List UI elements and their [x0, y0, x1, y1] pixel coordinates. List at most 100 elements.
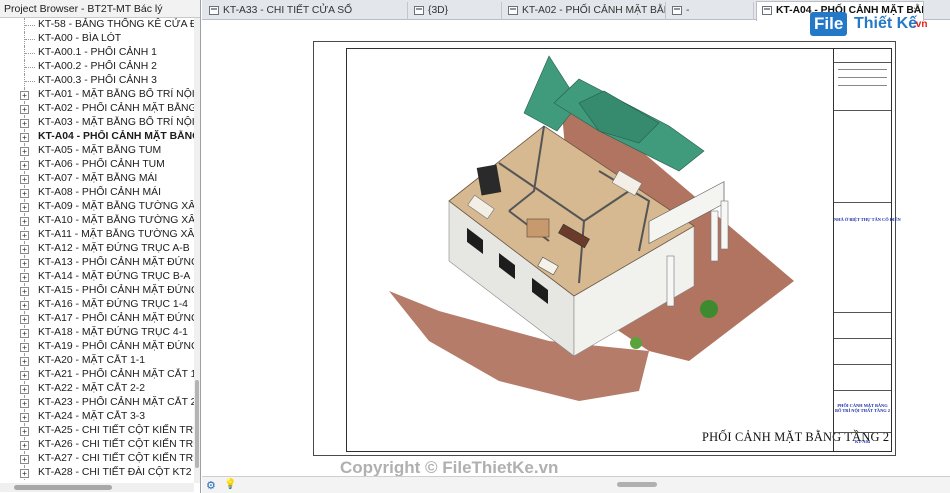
expander-plus-icon[interactable]: +: [20, 105, 29, 114]
tab-label: KT-A33 - CHI TIẾT CỬA SỔ: [223, 5, 353, 16]
browser-sheet-item[interactable]: + KT-A04 - PHỐI CẢNH MẶT BẰNG: [0, 130, 194, 144]
browser-sheet-item[interactable]: KT-A00.2 - PHỐI CẢNH 2: [0, 60, 194, 74]
browser-sheet-item[interactable]: + KT-A21 - PHỐI CẢNH MẶT CẮT 1-1: [0, 368, 194, 382]
browser-sheet-label: KT-A22 - MẶT CẮT 2-2: [38, 383, 146, 394]
browser-sheet-item[interactable]: + KT-A03 - MẶT BẰNG BỐ TRÍ NỘI TH: [0, 116, 194, 130]
browser-sheet-item[interactable]: + KT-A23 - PHỐI CẢNH MẶT CẮT 2-2: [0, 396, 194, 410]
browser-sheet-label: KT-A07 - MẶT BẰNG MÁI: [38, 173, 158, 184]
expander-plus-icon[interactable]: +: [20, 259, 29, 268]
expander-plus-icon[interactable]: +: [20, 343, 29, 352]
browser-sheet-item[interactable]: + KT-A01 - MẶT BẰNG BỐ TRÍ NỘI TH: [0, 88, 194, 102]
browser-sheet-item[interactable]: + KT-A19 - PHỐI CẢNH MẶT ĐỨNG T: [0, 340, 194, 354]
browser-sheet-label: KT-A13 - PHỐI CẢNH MẶT ĐỨNG T: [38, 257, 194, 268]
tree-guide-line: [25, 39, 35, 40]
browser-sheet-label: KT-A05 - MẶT BẰNG TUM: [38, 145, 162, 156]
browser-sheet-label: KT-A03 - MẶT BẰNG BỐ TRÍ NỘI TH: [38, 117, 194, 128]
tab-label: {3D}: [428, 5, 449, 16]
browser-sheet-item[interactable]: + KT-A11 - MẶT BẰNG TƯỜNG XÂY T: [0, 228, 194, 242]
browser-sheet-item[interactable]: + KT-A02 - PHỐI CẢNH MẶT BẰNG B: [0, 102, 194, 116]
browser-sheet-label: KT-A25 - CHI TIẾT CỘT KIẾN TRÚC K: [38, 425, 194, 436]
browser-sheet-label: KT-A02 - PHỐI CẢNH MẶT BẰNG B: [38, 103, 194, 114]
expander-plus-icon[interactable]: +: [20, 189, 29, 198]
browser-sheet-item[interactable]: + KT-A09 - MẶT BẰNG TƯỜNG XÂY T: [0, 200, 194, 214]
browser-sheet-label: KT-A00 - BÌA LÓT: [38, 33, 122, 44]
sheet-tab-icon: [508, 6, 518, 15]
expander-plus-icon[interactable]: +: [20, 441, 29, 450]
expander-plus-icon[interactable]: +: [20, 455, 29, 464]
browser-sheet-label: KT-A21 - PHỐI CẢNH MẶT CẮT 1-1: [38, 369, 194, 380]
browser-sheet-item[interactable]: + KT-A20 - MẶT CẮT 1-1: [0, 354, 194, 368]
sheet-tab-icon: [762, 6, 772, 15]
canvas-horizontal-scroll-thumb[interactable]: [617, 482, 657, 487]
tab-kt-a02[interactable]: KT-A02 - PHỐI CẢNH MẶT BẰNG B...: [503, 2, 666, 20]
browser-sheet-item[interactable]: + KT-A07 - MẶT BẰNG MÁI: [0, 172, 194, 186]
tab-3d[interactable]: {3D}: [409, 2, 502, 20]
browser-horizontal-scroll-thumb[interactable]: [14, 485, 112, 490]
browser-sheet-item[interactable]: + KT-A10 - MẶT BẰNG TƯỜNG XÂY T: [0, 214, 194, 228]
expander-plus-icon[interactable]: +: [20, 413, 29, 422]
browser-vertical-scroll-thumb[interactable]: [195, 380, 199, 468]
expander-plus-icon[interactable]: +: [20, 301, 29, 310]
browser-sheet-label: KT-A27 - CHI TIẾT CỘT KIẾN TRÚC K: [38, 453, 194, 464]
expander-plus-icon[interactable]: +: [20, 147, 29, 156]
expander-plus-icon[interactable]: +: [20, 329, 29, 338]
browser-sheet-item[interactable]: + KT-A05 - MẶT BẰNG TUM: [0, 144, 194, 158]
browser-sheet-item[interactable]: + KT-A27 - CHI TIẾT CỘT KIẾN TRÚC K: [0, 452, 194, 466]
browser-sheet-item[interactable]: + KT-A16 - MẶT ĐỨNG TRỤC 1-4: [0, 298, 194, 312]
browser-sheet-item[interactable]: + KT-A24 - MẶT CẮT 3-3: [0, 410, 194, 424]
expander-plus-icon[interactable]: +: [20, 133, 29, 142]
expander-plus-icon[interactable]: +: [20, 119, 29, 128]
expander-plus-icon[interactable]: +: [20, 91, 29, 100]
tb-owner-cell: [834, 111, 891, 203]
expander-plus-icon[interactable]: +: [20, 217, 29, 226]
browser-sheet-item[interactable]: KT-58 - BẢNG THỐNG KÊ CỬA ĐI -: [0, 18, 194, 32]
tab-label: -: [686, 5, 690, 16]
browser-sheet-label: KT-A06 - PHỐI CẢNH TUM: [38, 159, 165, 170]
tab-kt-a33[interactable]: KT-A33 - CHI TIẾT CỬA SỔ: [204, 2, 408, 20]
browser-sheet-item[interactable]: KT-A00.1 - PHỐI CẢNH 1: [0, 46, 194, 60]
tree-guide-line: [25, 67, 35, 68]
browser-sheet-item[interactable]: KT-A00 - BÌA LÓT: [0, 32, 194, 46]
expander-plus-icon[interactable]: +: [20, 469, 29, 478]
browser-sheet-item[interactable]: + KT-A13 - PHỐI CẢNH MẶT ĐỨNG T: [0, 256, 194, 270]
browser-sheet-item[interactable]: + KT-A06 - PHỐI CẢNH TUM: [0, 158, 194, 172]
expander-plus-icon[interactable]: +: [20, 287, 29, 296]
drawing-canvas[interactable]: PHỐI CẢNH MẶT BẰNG TẦNG 2 NHÀ Ở BIỆT THỰ…: [202, 21, 950, 476]
expander-plus-icon[interactable]: +: [20, 245, 29, 254]
browser-sheet-item[interactable]: KT-A00.3 - PHỐI CẢNH 3: [0, 74, 194, 88]
browser-horizontal-scrollbar[interactable]: [0, 483, 194, 492]
3d-view-tab-icon: [414, 6, 424, 15]
browser-sheet-label: KT-58 - BẢNG THỐNG KÊ CỬA ĐI -: [38, 19, 194, 30]
browser-sheet-item[interactable]: + KT-A08 - PHỐI CẢNH MÁI: [0, 186, 194, 200]
expander-plus-icon[interactable]: +: [20, 161, 29, 170]
tb-signature-cell: [834, 339, 891, 365]
browser-sheet-item[interactable]: + KT-A25 - CHI TIẾT CỘT KIẾN TRÚC K: [0, 424, 194, 438]
browser-sheet-item[interactable]: + KT-A26 - CHI TIẾT CỘT KIẾN TRÚC K: [0, 438, 194, 452]
expander-plus-icon[interactable]: +: [20, 399, 29, 408]
browser-sheet-item[interactable]: + KT-A18 - MẶT ĐỨNG TRỤC 4-1: [0, 326, 194, 340]
expander-plus-icon[interactable]: +: [20, 203, 29, 212]
browser-sheet-item[interactable]: + KT-A22 - MẶT CẮT 2-2: [0, 382, 194, 396]
sheet-tab-icon: [209, 6, 219, 15]
expander-plus-icon[interactable]: +: [20, 175, 29, 184]
expander-plus-icon[interactable]: +: [20, 231, 29, 240]
lightbulb-icon[interactable]: 💡: [224, 479, 236, 490]
browser-sheet-item[interactable]: + KT-A17 - PHỐI CẢNH MẶT ĐỨNG T: [0, 312, 194, 326]
browser-sheet-label: KT-A10 - MẶT BẰNG TƯỜNG XÂY T: [38, 215, 194, 226]
browser-sheet-item[interactable]: + KT-A12 - MẶT ĐỨNG TRỤC A-B: [0, 242, 194, 256]
browser-sheet-item[interactable]: + KT-A15 - PHỐI CẢNH MẶT ĐỨNG T: [0, 284, 194, 298]
project-browser-panel: Project Browser - BT2T-MT Bác lý KT-58 -…: [0, 0, 201, 493]
expander-plus-icon[interactable]: +: [20, 371, 29, 380]
browser-vertical-scrollbar[interactable]: [194, 18, 200, 483]
walkthrough-icon[interactable]: ⚙: [206, 479, 216, 492]
browser-sheet-item[interactable]: + KT-A28 - CHI TIẾT ĐÀI CỘT KT2 VÀ: [0, 466, 194, 480]
browser-sheet-label: KT-A00.2 - PHỐI CẢNH 2: [38, 61, 157, 72]
expander-plus-icon[interactable]: +: [20, 315, 29, 324]
tab-unnamed[interactable]: -: [667, 2, 754, 20]
expander-plus-icon[interactable]: +: [20, 357, 29, 366]
expander-plus-icon[interactable]: +: [20, 385, 29, 394]
browser-sheet-item[interactable]: + KT-A14 - MẶT ĐỨNG TRỤC B-A: [0, 270, 194, 284]
expander-plus-icon[interactable]: +: [20, 273, 29, 282]
expander-plus-icon[interactable]: +: [20, 427, 29, 436]
browser-sheet-label: KT-A26 - CHI TIẾT CỘT KIẾN TRÚC K: [38, 439, 194, 450]
